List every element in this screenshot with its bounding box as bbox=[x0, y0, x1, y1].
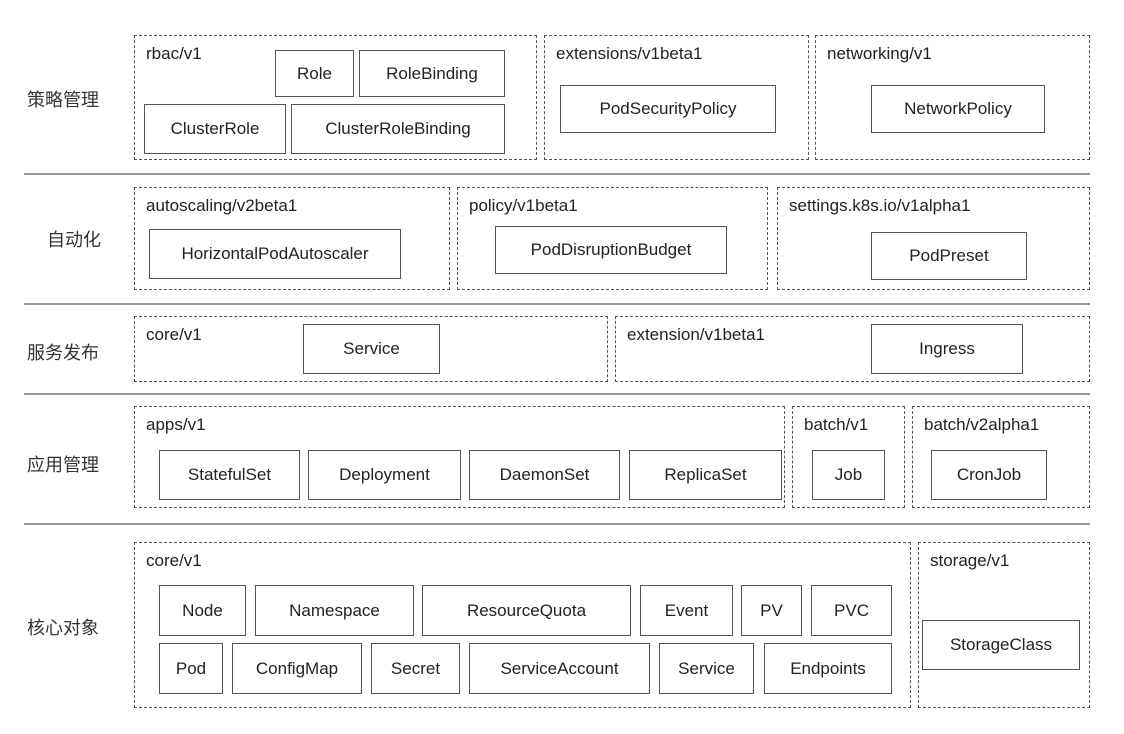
resource-box: Service bbox=[659, 643, 754, 694]
resource-box: ResourceQuota bbox=[422, 585, 631, 636]
resource-box: StatefulSet bbox=[159, 450, 300, 500]
api-group-label: extensions/v1beta1 bbox=[556, 44, 703, 63]
resource-box: Job bbox=[812, 450, 885, 500]
resource-box: PodDisruptionBudget bbox=[495, 226, 727, 274]
api-group-label: rbac/v1 bbox=[146, 44, 202, 63]
layer-divider bbox=[24, 173, 1090, 175]
resource-box: PodSecurityPolicy bbox=[560, 85, 776, 133]
api-group-label: apps/v1 bbox=[146, 415, 206, 434]
resource-box: ConfigMap bbox=[232, 643, 362, 694]
api-group-label: core/v1 bbox=[146, 325, 202, 344]
api-group-label: batch/v2alpha1 bbox=[924, 415, 1040, 434]
resource-box: Ingress bbox=[871, 324, 1023, 374]
layer-divider bbox=[24, 303, 1090, 305]
resource-box: DaemonSet bbox=[469, 450, 620, 500]
api-group-label: policy/v1beta1 bbox=[469, 196, 578, 215]
resource-box: Node bbox=[159, 585, 246, 636]
resource-box: Event bbox=[640, 585, 733, 636]
resource-box: CronJob bbox=[931, 450, 1047, 500]
resource-box: Namespace bbox=[255, 585, 414, 636]
api-group-label: core/v1 bbox=[146, 551, 202, 570]
layer-label: 策略管理 bbox=[27, 90, 99, 111]
layer-label: 核心对象 bbox=[27, 618, 99, 639]
resource-box: Deployment bbox=[308, 450, 461, 500]
resource-box: StorageClass bbox=[922, 620, 1080, 670]
layer-label: 服务发布 bbox=[27, 343, 99, 364]
kubernetes-api-diagram: 策略管理 rbac/v1 Role RoleBinding ClusterRole Clu… bbox=[0, 0, 1124, 734]
resource-box: PV bbox=[741, 585, 802, 636]
layer-divider bbox=[24, 393, 1090, 395]
resource-box: ClusterRoleBinding bbox=[291, 104, 505, 154]
resource-box: Endpoints bbox=[764, 643, 892, 694]
resource-box: Role bbox=[275, 50, 354, 97]
api-group-label: settings.k8s.io/v1alpha1 bbox=[789, 196, 971, 215]
resource-box: Service bbox=[303, 324, 440, 374]
layer-divider bbox=[24, 523, 1090, 525]
resource-box: Secret bbox=[371, 643, 460, 694]
resource-box: PVC bbox=[811, 585, 892, 636]
api-group-label: storage/v1 bbox=[930, 551, 1010, 570]
resource-box: PodPreset bbox=[871, 232, 1027, 280]
resource-box: Pod bbox=[159, 643, 223, 694]
api-group-label: autoscaling/v2beta1 bbox=[146, 196, 298, 215]
api-group-label: batch/v1 bbox=[804, 415, 869, 434]
resource-box: HorizontalPodAutoscaler bbox=[149, 229, 401, 279]
layer-label: 应用管理 bbox=[27, 455, 99, 476]
resource-box: ServiceAccount bbox=[469, 643, 650, 694]
resource-box: ReplicaSet bbox=[629, 450, 782, 500]
api-group-label: extension/v1beta1 bbox=[627, 325, 765, 344]
layer-label: 自动化 bbox=[47, 230, 101, 251]
resource-box: RoleBinding bbox=[359, 50, 505, 97]
resource-box: NetworkPolicy bbox=[871, 85, 1045, 133]
api-group-label: networking/v1 bbox=[827, 44, 932, 63]
resource-box: ClusterRole bbox=[144, 104, 286, 154]
